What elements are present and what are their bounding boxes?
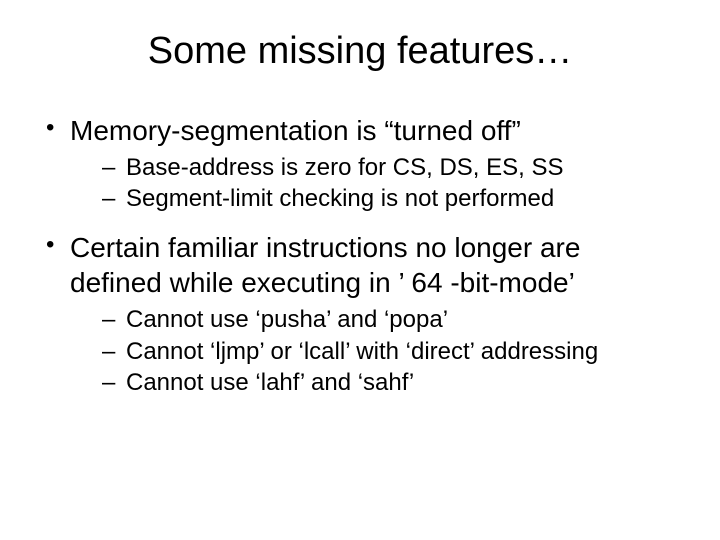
bullet-text: Certain familiar instructions no longer … — [70, 232, 580, 298]
sub-bullet-item: Base-address is zero for CS, DS, ES, SS — [70, 152, 680, 183]
sub-bullet-item: Cannot ‘ljmp’ or ‘lcall’ with ‘direct’ a… — [70, 336, 680, 367]
bullet-item: Certain familiar instructions no longer … — [40, 230, 680, 398]
slide: Some missing features… Memory-segmentati… — [0, 0, 720, 540]
sub-bullet-list: Base-address is zero for CS, DS, ES, SS … — [70, 152, 680, 214]
bullet-item: Memory-segmentation is “turned off” Base… — [40, 113, 680, 214]
slide-title: Some missing features… — [40, 30, 680, 73]
bullet-list: Memory-segmentation is “turned off” Base… — [40, 113, 680, 398]
bullet-text: Memory-segmentation is “turned off” — [70, 115, 521, 146]
sub-bullet-item: Cannot use ‘lahf’ and ‘sahf’ — [70, 367, 680, 398]
sub-bullet-list: Cannot use ‘pusha’ and ‘popa’ Cannot ‘lj… — [70, 304, 680, 398]
sub-bullet-item: Cannot use ‘pusha’ and ‘popa’ — [70, 304, 680, 335]
sub-bullet-item: Segment-limit checking is not performed — [70, 183, 680, 214]
